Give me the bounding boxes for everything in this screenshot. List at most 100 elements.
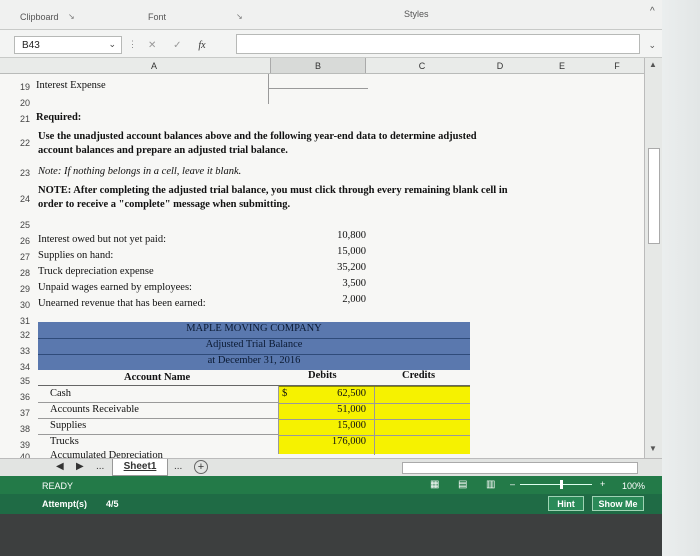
account-name-header: Account Name <box>124 372 191 383</box>
sheet-tab-sheet1[interactable]: Sheet1 <box>112 459 168 476</box>
credits-header: Credits <box>402 370 436 381</box>
show-me-button[interactable]: Show Me <box>592 496 644 511</box>
hint-button[interactable]: Hint <box>548 496 584 511</box>
account-cash: Cash <box>50 388 71 399</box>
debit-trucks[interactable]: 176,000 <box>306 436 366 447</box>
ribbon: Clipboard ↘ Font ↘ Styles ^ <box>0 0 700 30</box>
note2-line1: NOTE: After completing the adjusted tria… <box>38 185 508 196</box>
row-number: 36 <box>20 392 31 402</box>
row-number: 34 <box>20 362 31 372</box>
add-sheet-icon[interactable]: + <box>194 460 208 474</box>
column-header-b[interactable]: B <box>270 58 366 73</box>
clipboard-group-label: Clipboard <box>20 12 59 22</box>
page-break-icon[interactable]: ▥ <box>486 479 495 490</box>
row-number: 28 <box>20 268 31 278</box>
debit-supplies[interactable]: 15,000 <box>306 420 366 431</box>
adj-value-unearned[interactable]: 2,000 <box>306 294 366 305</box>
debit-cash[interactable]: 62,500 <box>306 388 366 399</box>
prev-sheet-icon[interactable]: ◀ <box>56 461 64 472</box>
row-number: 21 <box>20 114 31 124</box>
row-number: 24 <box>20 194 31 204</box>
row-number: 32 <box>20 330 31 340</box>
row-number: 33 <box>20 346 31 356</box>
row-number: 22 <box>20 138 31 148</box>
clipboard-launcher-icon[interactable]: ↘ <box>68 12 75 21</box>
zoom-level: 100% <box>622 481 646 491</box>
required-heading: Required: <box>36 112 82 123</box>
adj-value-supplies[interactable]: 15,000 <box>306 246 366 257</box>
zoom-out-icon[interactable]: – <box>510 479 515 489</box>
scroll-up-icon[interactable]: ▲ <box>649 60 657 69</box>
scroll-down-icon[interactable]: ▼ <box>649 444 657 453</box>
more-sheets-right-icon[interactable]: ... <box>174 461 182 472</box>
adj-label-interest: Interest owed but not yet paid: <box>38 234 167 245</box>
row-number: 31 <box>20 316 31 326</box>
row-number: 26 <box>20 236 31 246</box>
row-number: 39 <box>20 440 31 450</box>
adj-label-wages: Unpaid wages earned by employees: <box>38 282 192 293</box>
more-sheets-icon[interactable]: ... <box>96 461 104 472</box>
report-date: at December 31, 2016 <box>207 355 301 366</box>
debits-header: Debits <box>308 370 337 381</box>
note-text: Note: If nothing belongs in a cell, leav… <box>38 166 242 177</box>
column-header-c[interactable]: C <box>374 61 470 71</box>
adj-label-unearned: Unearned revenue that has been earned: <box>38 298 206 309</box>
enter-icon[interactable]: ✓ <box>173 40 181 51</box>
chevron-down-icon[interactable]: ⌄ <box>108 39 116 50</box>
column-headers: A B C D E F <box>0 58 700 74</box>
scroll-thumb[interactable] <box>648 148 660 244</box>
adj-value-interest[interactable]: 10,800 <box>306 230 366 241</box>
debit-receivable[interactable]: 51,000 <box>306 404 366 415</box>
zoom-slider-knob[interactable] <box>560 480 563 489</box>
column-header-d[interactable]: D <box>468 61 532 71</box>
attempts-label: Attempt(s) <box>42 499 87 509</box>
name-box[interactable]: B43 ⌄ <box>14 36 122 54</box>
page-layout-icon[interactable]: ▤ <box>458 479 467 490</box>
currency-symbol: $ <box>282 388 288 399</box>
font-group-label: Font <box>148 12 167 22</box>
row-number: 35 <box>20 376 31 386</box>
sheet-tab-bar: ◀ ▶ ... Sheet1 ... + <box>0 458 700 476</box>
next-sheet-icon[interactable]: ▶ <box>76 461 84 472</box>
formula-input[interactable] <box>236 34 640 54</box>
attempt-bar: Attempt(s) 4/5 Hint Show Me <box>0 494 700 514</box>
row-number: 27 <box>20 252 31 262</box>
adj-value-wages[interactable]: 3,500 <box>306 278 366 289</box>
attempts-value: 4/5 <box>106 499 119 509</box>
adj-label-depreciation: Truck depreciation expense <box>38 266 154 277</box>
cancel-icon[interactable]: ✕ <box>148 40 156 51</box>
ready-status: READY <box>42 481 74 491</box>
adj-label-supplies: Supplies on hand: <box>38 250 114 261</box>
font-launcher-icon[interactable]: ↘ <box>236 12 243 21</box>
worksheet-grid[interactable]: 19 Interest Expense 20 21 Required: 22 U… <box>0 74 644 458</box>
row-number: 38 <box>20 424 31 434</box>
zoom-slider[interactable] <box>520 484 592 485</box>
row-number: 30 <box>20 300 31 310</box>
expand-formula-icon[interactable]: ⌄ <box>648 40 656 51</box>
row19-text: Interest Expense <box>36 80 106 91</box>
row-number: 37 <box>20 408 31 418</box>
account-accum-depreciation: Accumulated Depreciation <box>50 450 163 458</box>
column-header-a[interactable]: A <box>38 61 270 71</box>
status-bar: READY ▦ ▤ ▥ – + 100% <box>0 476 700 494</box>
horizontal-scrollbar[interactable] <box>402 462 638 474</box>
ribbon-collapse-icon[interactable]: ^ <box>650 6 655 17</box>
row-number: 23 <box>20 168 31 178</box>
row-number: 29 <box>20 284 31 294</box>
zoom-in-icon[interactable]: + <box>600 479 605 489</box>
styles-group-label: Styles <box>404 9 429 19</box>
insert-function-icon[interactable]: fx <box>198 40 205 51</box>
desk-background <box>0 514 700 556</box>
company-name: MAPLE MOVING COMPANY <box>186 323 322 334</box>
column-header-f[interactable]: F <box>590 61 644 71</box>
instructions-line2: account balances and prepare an adjusted… <box>38 145 288 156</box>
row-number: 25 <box>20 220 31 230</box>
name-box-value: B43 <box>22 40 40 51</box>
column-header-e[interactable]: E <box>530 61 594 71</box>
account-receivable: Accounts Receivable <box>50 404 139 415</box>
window-edge <box>662 0 700 556</box>
vertical-scrollbar[interactable]: ▲ ▼ <box>644 58 662 458</box>
normal-view-icon[interactable]: ▦ <box>430 479 439 490</box>
report-title: Adjusted Trial Balance <box>205 339 303 350</box>
adj-value-depreciation[interactable]: 35,200 <box>306 262 366 273</box>
